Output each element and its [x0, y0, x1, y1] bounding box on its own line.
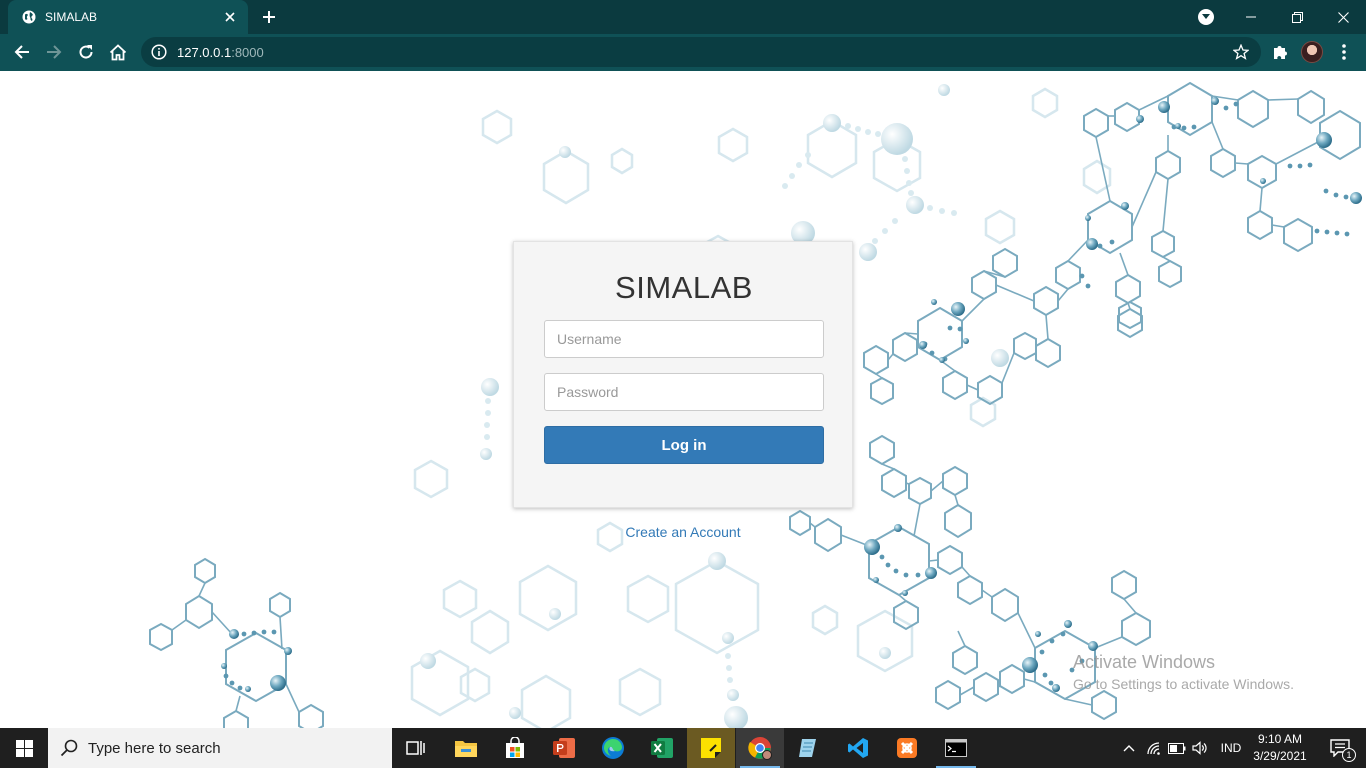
watermark-subtitle: Go to Settings to activate Windows. — [1073, 676, 1294, 692]
url-host: 127.0.0.1 — [177, 44, 232, 60]
excel-button[interactable] — [638, 728, 686, 768]
more-menu-icon[interactable] — [1336, 42, 1352, 62]
watermark-title: Activate Windows — [1073, 652, 1216, 672]
tab-search-icon[interactable] — [1198, 9, 1214, 25]
login-button[interactable]: Log in — [544, 426, 824, 464]
show-hidden-icons-button[interactable] — [1118, 728, 1140, 768]
terminal-icon — [945, 739, 967, 757]
file-explorer-button[interactable] — [442, 728, 490, 768]
reload-icon — [79, 45, 93, 59]
close-window-button[interactable] — [1320, 0, 1366, 34]
bookmark-star-icon[interactable] — [1233, 44, 1249, 60]
page-content: SIMALAB Log in Create an Account Activat… — [0, 71, 1366, 728]
chrome-button[interactable] — [736, 728, 784, 768]
windows-taskbar: Type here to search IND 9:10 AM 3/29/202… — [0, 728, 1366, 768]
clock-date: 3/29/2021 — [1253, 749, 1307, 763]
browser-tab[interactable]: SIMALAB — [8, 0, 248, 34]
restore-button[interactable] — [1274, 0, 1320, 34]
excel-icon — [651, 738, 673, 758]
powerpoint-icon — [553, 738, 575, 758]
reload-button[interactable] — [72, 38, 100, 66]
forward-arrow-icon — [47, 45, 62, 59]
notepad-icon — [799, 739, 816, 757]
home-icon — [109, 43, 127, 60]
username-input[interactable] — [544, 320, 824, 358]
xampp-icon — [897, 738, 917, 758]
edge-browser-icon — [602, 737, 624, 759]
command-prompt-button[interactable] — [932, 728, 980, 768]
login-title: SIMALAB — [615, 270, 753, 305]
taskbar-search-box[interactable]: Type here to search — [48, 728, 392, 768]
folder-icon — [455, 741, 477, 757]
tab-title: SIMALAB — [45, 10, 98, 24]
url-port: :8000 — [231, 44, 264, 60]
sticky-notes-button[interactable] — [687, 728, 735, 768]
globe-icon — [22, 10, 36, 24]
address-bar[interactable]: 127.0.0.1:8000 — [141, 37, 1261, 67]
task-view-button[interactable] — [392, 728, 440, 768]
chrome-icon — [748, 737, 772, 760]
window-controls — [1228, 0, 1366, 34]
extensions-puzzle-icon[interactable] — [1270, 42, 1290, 62]
minimize-button[interactable] — [1228, 0, 1274, 34]
edge-button[interactable] — [589, 728, 637, 768]
back-button[interactable] — [8, 38, 36, 66]
browser-toolbar: 127.0.0.1:8000 — [0, 34, 1366, 71]
microsoft-store-button[interactable] — [491, 728, 539, 768]
volume-button[interactable] — [1189, 728, 1211, 768]
notepad-button[interactable] — [785, 728, 833, 768]
close-tab-icon[interactable] — [222, 9, 238, 25]
vscode-icon — [848, 738, 868, 758]
store-bag-icon — [506, 737, 524, 758]
login-card: SIMALAB Log in — [513, 241, 853, 508]
clock-time: 9:10 AM — [1257, 732, 1303, 746]
profile-avatar[interactable] — [1301, 41, 1323, 63]
back-arrow-icon — [14, 45, 29, 59]
create-account-link[interactable]: Create an Account — [513, 524, 853, 540]
xampp-button[interactable] — [883, 728, 931, 768]
password-input[interactable] — [544, 373, 824, 411]
battery-icon — [1168, 742, 1186, 754]
start-button[interactable] — [0, 728, 48, 768]
network-button[interactable] — [1143, 728, 1165, 768]
sticky-note-icon — [701, 738, 721, 758]
windows-logo-icon — [15, 739, 33, 757]
activate-windows-watermark: Activate Windows Go to Settings to activ… — [1073, 652, 1294, 692]
search-icon — [60, 739, 78, 757]
forward-button[interactable] — [40, 38, 68, 66]
powerpoint-button[interactable] — [540, 728, 588, 768]
browser-tab-strip: SIMALAB — [0, 0, 1366, 34]
wifi-icon — [1147, 742, 1160, 755]
home-button[interactable] — [104, 38, 132, 66]
language-indicator[interactable]: IND — [1214, 728, 1248, 768]
taskbar-clock[interactable]: 9:10 AM 3/29/2021 — [1246, 731, 1314, 765]
new-tab-button[interactable] — [258, 6, 280, 28]
search-placeholder: Type here to search — [88, 739, 221, 757]
task-view-icon — [406, 741, 425, 755]
speaker-icon — [1192, 741, 1207, 755]
vscode-button[interactable] — [834, 728, 882, 768]
info-icon[interactable] — [151, 44, 167, 60]
chevron-up-icon — [1123, 745, 1135, 752]
notification-count-badge: 1 — [1342, 748, 1356, 762]
battery-button[interactable] — [1166, 728, 1188, 768]
action-center-button[interactable]: 1 — [1320, 728, 1360, 768]
